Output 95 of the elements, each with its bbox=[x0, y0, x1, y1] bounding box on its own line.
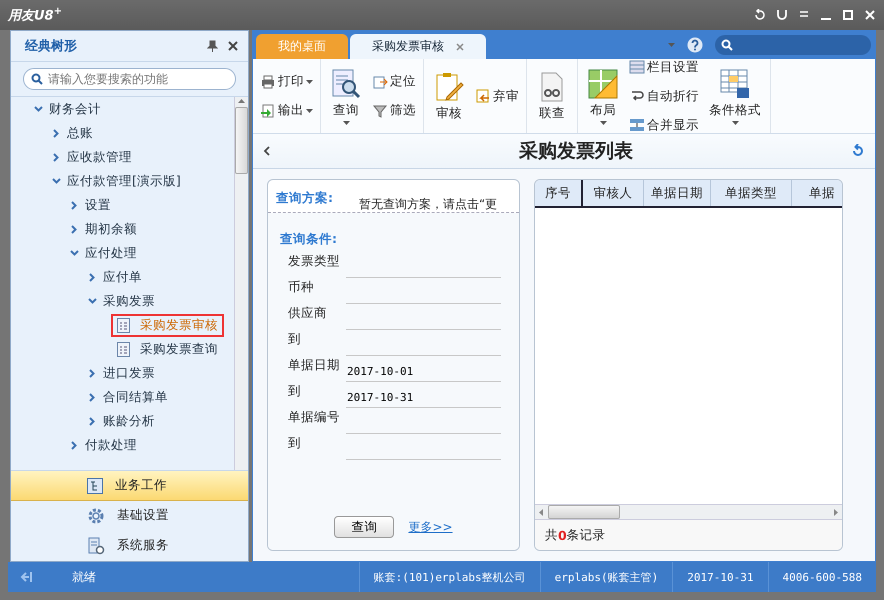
search-field[interactable]: 请输入您要搜索的功能 bbox=[23, 68, 236, 90]
tree-item[interactable]: 财务会计 bbox=[49, 100, 101, 118]
scheme-label: 查询方案: bbox=[276, 190, 333, 207]
tree-item[interactable]: 应付款管理[演示版] bbox=[67, 172, 181, 190]
tree-item[interactable]: 应收款管理 bbox=[67, 148, 132, 166]
pin-icon[interactable] bbox=[207, 40, 218, 52]
filter-icon bbox=[372, 102, 388, 118]
column-header[interactable]: 单据日期 bbox=[644, 180, 711, 206]
document-icon bbox=[117, 342, 130, 356]
search-icon bbox=[31, 73, 43, 85]
toolbar-button[interactable]: 自动折行 bbox=[627, 86, 701, 106]
toolbar-button[interactable]: 布局 bbox=[583, 66, 623, 126]
column-header[interactable]: 序号 bbox=[535, 180, 583, 206]
toolbar-button[interactable]: 合并显示 bbox=[627, 114, 701, 136]
toolbar-button[interactable]: 栏目设置 bbox=[627, 56, 701, 78]
field-label: 单据编号 bbox=[288, 409, 341, 426]
nav-item[interactable]: 系统服务 bbox=[11, 531, 248, 561]
toolbar-button[interactable]: 联查 bbox=[532, 68, 572, 124]
record-count: 共0条记录 bbox=[535, 519, 842, 550]
search-field[interactable] bbox=[715, 35, 871, 55]
tree-icon bbox=[87, 478, 103, 494]
layout-icon bbox=[587, 68, 619, 100]
column-header[interactable]: 审核人 bbox=[583, 180, 644, 206]
tree-item[interactable]: 应付处理 bbox=[85, 244, 137, 262]
scrollbar-thumb[interactable] bbox=[235, 107, 248, 174]
format-icon bbox=[719, 68, 751, 100]
tree-item[interactable]: 付款处理 bbox=[85, 436, 137, 454]
toolbar-button[interactable]: 审核 bbox=[429, 68, 469, 124]
nav-item[interactable]: 业务工作 bbox=[11, 471, 248, 501]
field-label: 供应商 bbox=[288, 305, 328, 322]
phone-number: 4006-600-588 bbox=[768, 562, 876, 592]
dropdown-caret-icon bbox=[668, 43, 675, 47]
input-field[interactable]: 2017-10-01 bbox=[346, 361, 501, 382]
tree-item[interactable]: 总账 bbox=[67, 124, 93, 142]
conditions-label: 查询条件: bbox=[280, 231, 337, 246]
field-label: 单据日期 bbox=[288, 357, 341, 374]
tree-item[interactable]: 应付单 bbox=[103, 268, 142, 286]
tree-item[interactable]: 进口发票 bbox=[103, 364, 155, 382]
vertical-scrollbar[interactable] bbox=[234, 97, 248, 470]
panel-title: 经典树形 bbox=[25, 38, 77, 55]
search-icon bbox=[721, 39, 733, 51]
tree-item[interactable]: 账龄分析 bbox=[103, 412, 155, 430]
query-icon bbox=[330, 68, 362, 100]
help-icon[interactable] bbox=[687, 37, 703, 53]
close-icon[interactable] bbox=[228, 41, 238, 51]
document-icon bbox=[117, 318, 130, 332]
toolbar-button[interactable]: 条件格式 bbox=[705, 66, 765, 126]
collapse-arrow-icon[interactable] bbox=[20, 572, 32, 582]
merge-icon bbox=[629, 117, 645, 133]
tree-item[interactable]: 合同结算单 bbox=[103, 388, 168, 406]
toolbar-button[interactable]: 筛选 bbox=[370, 100, 418, 121]
column-header[interactable]: 单据类型 bbox=[711, 180, 792, 206]
tree-item[interactable]: 期初余额 bbox=[85, 220, 137, 238]
columns-icon bbox=[629, 59, 645, 75]
field-label: 到 bbox=[288, 331, 302, 348]
field-label: 发票类型 bbox=[288, 253, 341, 270]
user-info: erplabs(账套主管) bbox=[540, 562, 672, 592]
toolbar-button[interactable]: 打印 bbox=[258, 71, 315, 92]
unaudit-icon bbox=[475, 88, 491, 104]
locate-icon bbox=[372, 74, 388, 90]
tree-item[interactable]: 采购发票 bbox=[103, 292, 155, 310]
horizontal-scrollbar[interactable] bbox=[535, 504, 842, 519]
toolbar-button[interactable]: 弃审 bbox=[473, 86, 521, 106]
field-label: 币种 bbox=[288, 279, 315, 296]
refresh-icon[interactable] bbox=[754, 9, 766, 21]
u-shape-icon[interactable] bbox=[776, 9, 788, 21]
query-button[interactable]: 查询 bbox=[334, 516, 394, 538]
gear-icon bbox=[87, 506, 105, 524]
status-text: 就绪 bbox=[72, 568, 97, 586]
server-gear-icon bbox=[87, 536, 105, 554]
scheme-message: 暂无查询方案，请点击“更 bbox=[359, 196, 498, 212]
page-title: 采购发票列表 bbox=[518, 139, 634, 164]
field-label: 到 bbox=[288, 383, 302, 400]
export-icon bbox=[260, 102, 276, 118]
tab[interactable]: 采购发票审核 bbox=[350, 34, 486, 59]
scroll-left-arrow-icon[interactable] bbox=[539, 508, 544, 516]
toolbar-button[interactable]: 输出 bbox=[258, 100, 315, 121]
more-link[interactable]: 更多>> bbox=[408, 518, 453, 536]
input-field[interactable]: 2017-10-31 bbox=[346, 387, 501, 408]
field-label: 到 bbox=[288, 435, 302, 452]
toolbar-button[interactable]: 定位 bbox=[370, 71, 418, 92]
tree-item[interactable]: 采购发票查询 bbox=[111, 338, 224, 360]
app-title: 用友U8$^{+}$ bbox=[8, 6, 62, 24]
print-icon bbox=[260, 74, 276, 90]
scroll-right-arrow-icon[interactable] bbox=[833, 508, 838, 516]
maximize-icon[interactable] bbox=[842, 9, 854, 21]
scrollbar-thumb[interactable] bbox=[548, 505, 620, 519]
account-info: 账套:(101)erplabs整机公司 bbox=[358, 562, 540, 592]
refresh-icon[interactable] bbox=[851, 144, 865, 158]
scroll-up-arrow-icon[interactable] bbox=[238, 97, 245, 105]
toolbar-button[interactable]: 查询 bbox=[326, 66, 366, 126]
login-date: 2017-10-31 bbox=[672, 562, 768, 592]
column-header[interactable]: 单据 bbox=[792, 180, 842, 206]
nav-item[interactable]: 基础设置 bbox=[11, 501, 248, 531]
tree-item[interactable]: 设置 bbox=[85, 196, 111, 214]
